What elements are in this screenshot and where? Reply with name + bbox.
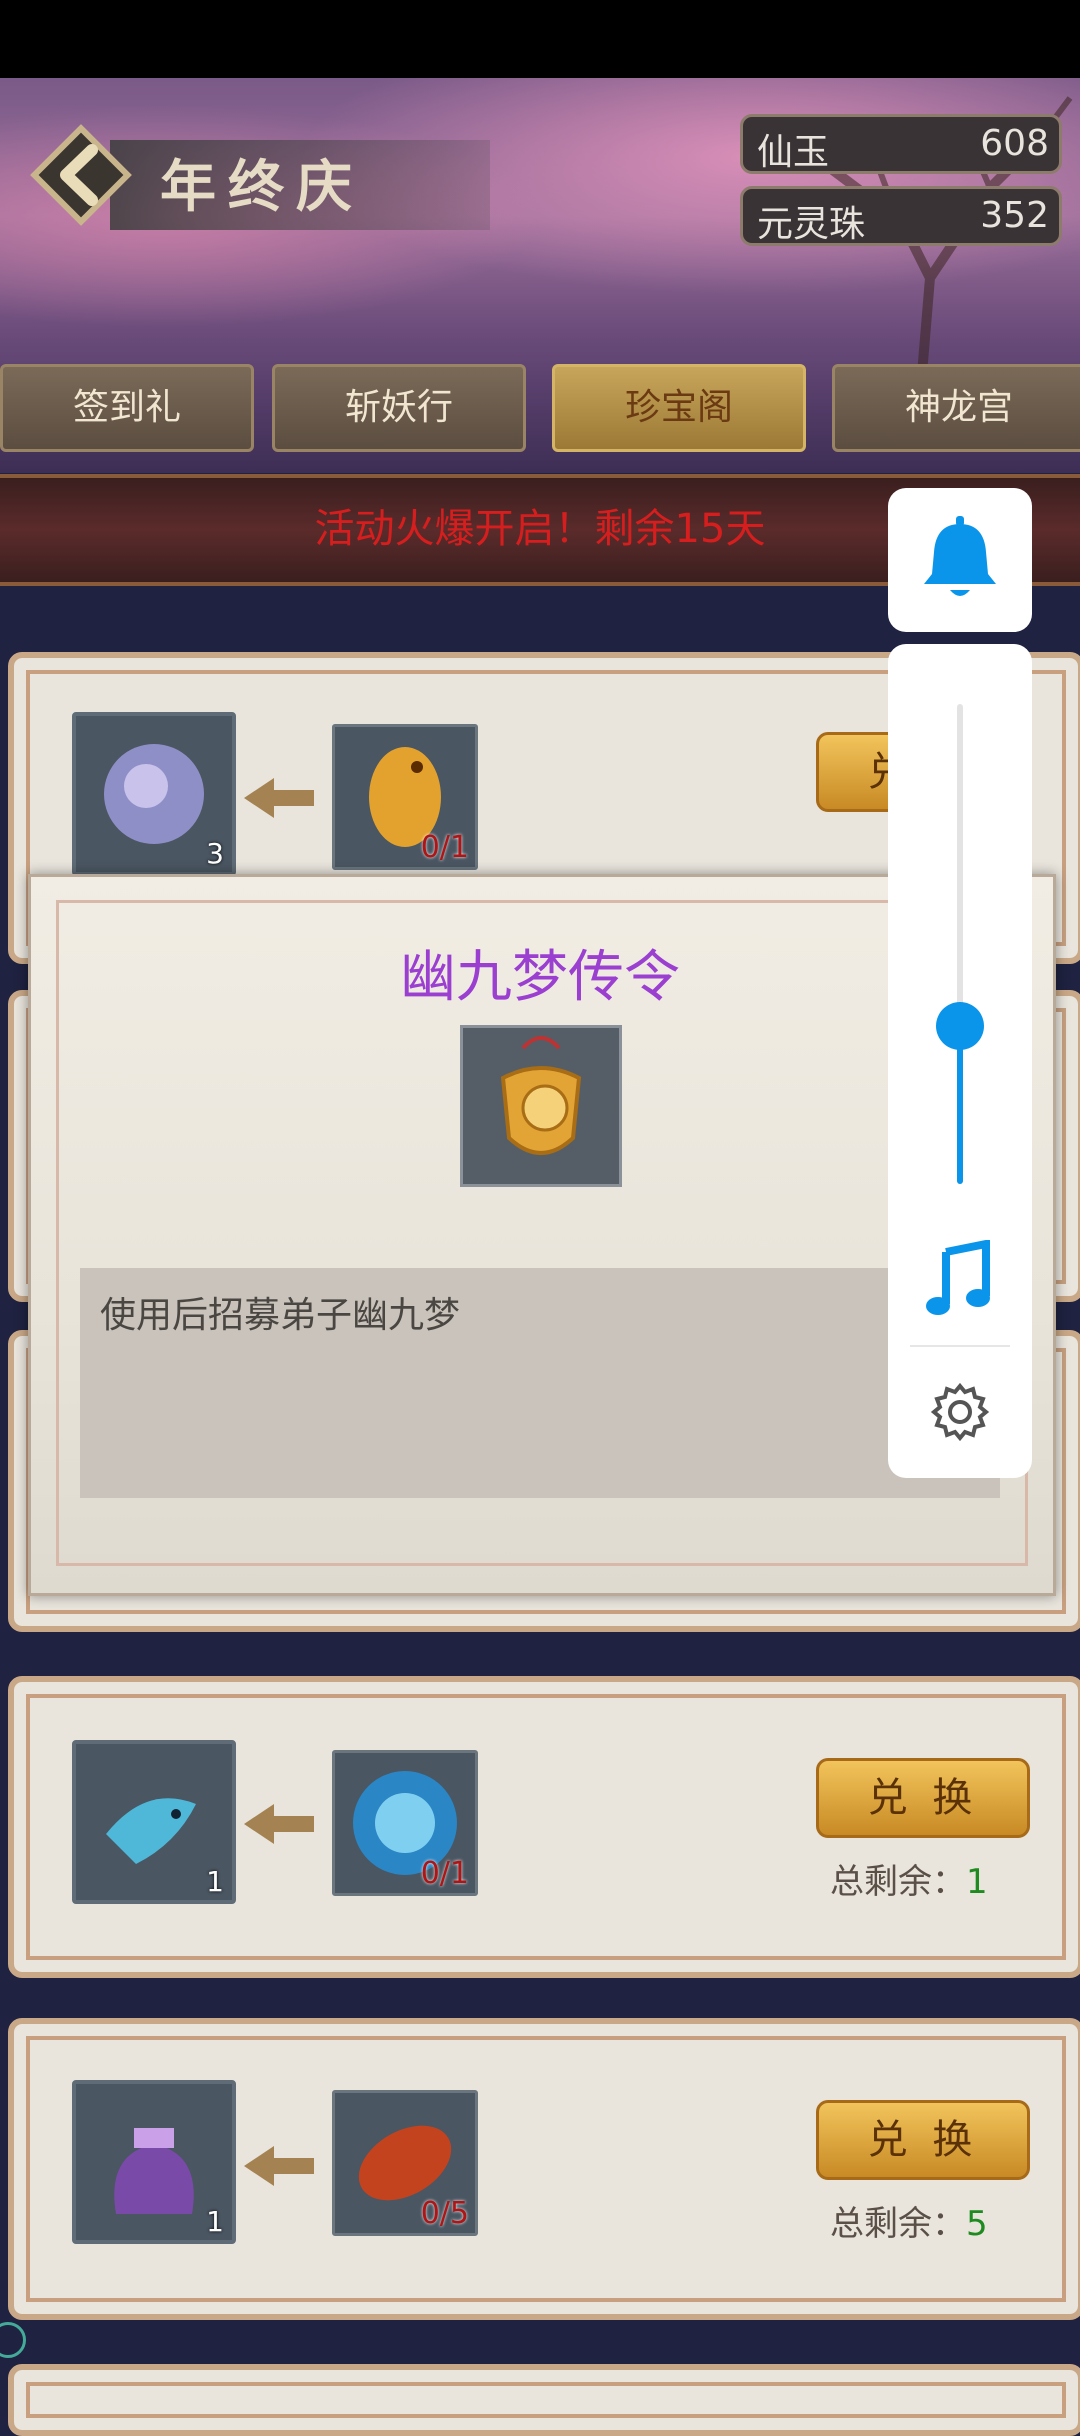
status-bar <box>0 0 1080 78</box>
cost-quantity: 0/1 <box>420 830 469 865</box>
remaining-label: 总剩余： <box>830 2204 966 2244</box>
cost-slot[interactable]: 0/1 <box>332 724 478 870</box>
back-button[interactable] <box>26 120 136 230</box>
tab-signin[interactable]: 签到礼 <box>0 364 254 452</box>
resource-xianyu: 仙玉 608 <box>740 114 1062 174</box>
remaining-value: 5 <box>966 2204 988 2244</box>
resource-value: 352 <box>980 195 1049 236</box>
resource-label: 元灵珠 <box>757 204 866 245</box>
resource-value: 608 <box>980 123 1049 164</box>
cost-quantity: 0/5 <box>420 2196 469 2231</box>
arrow-left-icon <box>244 2146 314 2186</box>
reward-quantity: 1 <box>206 1865 224 1898</box>
item-description: 使用后招募弟子幽九梦 <box>100 1295 461 1336</box>
ringer-toggle[interactable] <box>888 488 1032 632</box>
arrow-left-icon <box>244 1804 314 1844</box>
item-icon-slot <box>460 1025 622 1187</box>
remaining-label: 总剩余： <box>830 1862 966 1902</box>
arrow-left-icon <box>244 778 314 818</box>
exchange-button[interactable]: 兑 换 <box>816 1758 1030 1838</box>
panel-divider <box>910 1345 1010 1347</box>
tab-slay-demons[interactable]: 斩妖行 <box>272 364 526 452</box>
tab-treasure-pavilion[interactable]: 珍宝阁 <box>552 364 806 452</box>
tab-dragon-palace[interactable]: 神龙宫 <box>832 364 1080 452</box>
reward-slot[interactable]: 1 <box>72 1740 236 1904</box>
reward-slot[interactable]: 1 <box>72 2080 236 2244</box>
resource-yuanlingzhu: 元灵珠 352 <box>740 186 1062 246</box>
reward-quantity: 3 <box>206 837 224 870</box>
exchange-button[interactable]: 兑 换 <box>816 2100 1030 2180</box>
gear-icon[interactable] <box>928 1380 992 1444</box>
cost-slot[interactable]: 0/5 <box>332 2090 478 2236</box>
remaining-value: 1 <box>966 1862 988 1902</box>
page-title: 年终庆 <box>160 154 364 220</box>
volume-slider-thumb[interactable] <box>936 1002 984 1050</box>
remaining-count: 总剩余：1 <box>830 1854 988 1903</box>
exchange-card <box>8 2364 1080 2436</box>
token-pendant-icon <box>500 1036 582 1155</box>
bell-icon <box>924 516 996 596</box>
remaining-count: 总剩余：5 <box>830 2196 988 2245</box>
cost-quantity: 0/1 <box>420 1856 469 1891</box>
music-note-icon[interactable] <box>924 1240 996 1320</box>
cost-slot[interactable]: 0/1 <box>332 1750 478 1896</box>
reward-slot[interactable]: 3 <box>72 712 236 876</box>
resource-label: 仙玉 <box>757 132 830 173</box>
floating-assist-icon[interactable] <box>0 2322 26 2358</box>
reward-quantity: 1 <box>206 2205 224 2238</box>
